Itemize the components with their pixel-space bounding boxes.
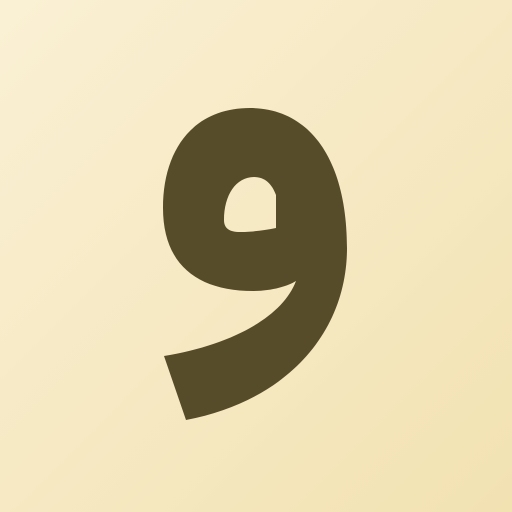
- arabic-letter-waw-icon: [163, 108, 347, 420]
- app-icon: [0, 0, 512, 512]
